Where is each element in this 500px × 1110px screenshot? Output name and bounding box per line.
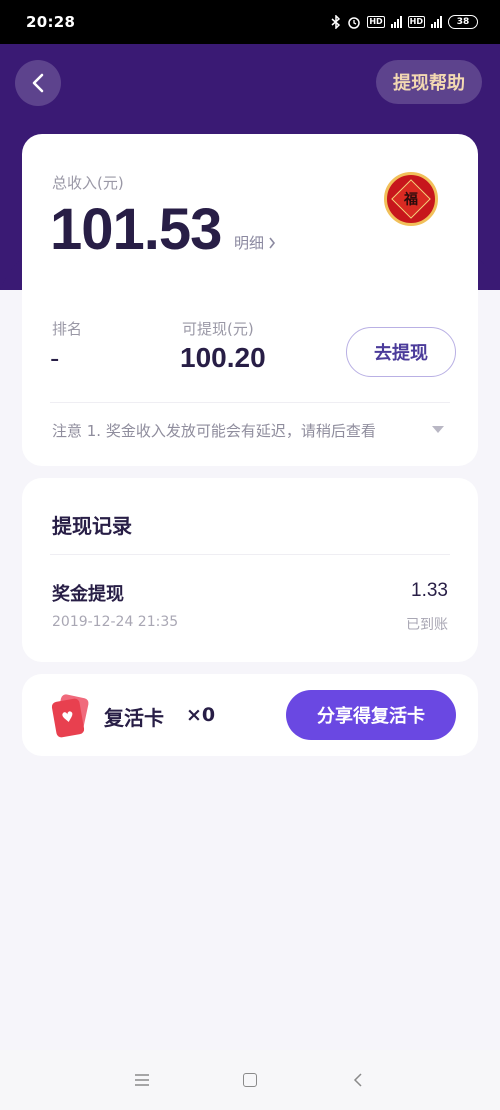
signal-icon — [390, 16, 402, 28]
share-revive-button[interactable]: 分享得复活卡 — [286, 690, 456, 740]
rank-value: - — [50, 344, 60, 374]
withdrawable-value: 100.20 — [180, 342, 266, 373]
home-icon[interactable] — [236, 1066, 264, 1094]
record-name: 奖金提现 — [52, 584, 124, 605]
back-button[interactable] — [15, 60, 61, 106]
system-nav-bar — [0, 1050, 500, 1110]
hd-badge-icon: HD — [407, 16, 425, 28]
battery-icon: 38 — [448, 15, 478, 29]
record-time: 2019-12-24 21:35 — [52, 614, 179, 630]
divider — [50, 402, 450, 403]
back-arrow-icon — [32, 73, 44, 93]
status-icons: HD HD 38 — [331, 15, 478, 29]
bluetooth-icon — [331, 15, 341, 29]
hd-badge-icon: HD — [367, 16, 385, 28]
withdrawable-label: 可提现(元) — [182, 320, 254, 338]
menu-icon[interactable] — [128, 1066, 156, 1094]
revive-card: ♥ 复活卡 ×0 分享得复活卡 — [22, 674, 478, 756]
revive-card-icon: ♥ — [51, 693, 92, 739]
notice-text: 注意 1. 奖金收入发放可能会有延迟，请稍后查看 — [52, 422, 376, 440]
back-nav-icon[interactable] — [344, 1066, 372, 1094]
records-title: 提现记录 — [52, 514, 132, 538]
withdraw-records-card: 提现记录 奖金提现 2019-12-24 21:35 1.33 已到账 — [22, 478, 478, 662]
revive-label: 复活卡 — [104, 706, 164, 730]
detail-link[interactable]: 明细 — [234, 232, 276, 253]
revive-count: ×0 — [186, 704, 216, 726]
total-income-label: 总收入(元) — [52, 174, 124, 192]
total-income-value: 101.53 — [50, 197, 222, 262]
signal-icon — [431, 16, 442, 28]
record-amount: 1.33 — [411, 580, 448, 601]
status-time: 20:28 — [26, 13, 76, 31]
rank-label: 排名 — [52, 320, 83, 338]
detail-label: 明细 — [234, 234, 265, 252]
withdraw-help-button[interactable]: 提现帮助 — [376, 60, 482, 104]
status-bar: 20:28 HD HD 38 — [0, 0, 500, 44]
divider — [50, 554, 450, 555]
withdraw-button[interactable]: 去提现 — [346, 327, 456, 377]
dropdown-arrow-icon[interactable] — [432, 426, 444, 433]
income-card: 总收入(元) 101.53 明细 福 排名 - 可提现(元) 100.20 去提… — [22, 134, 478, 466]
fu-badge-icon: 福 — [384, 172, 438, 226]
alarm-icon — [347, 15, 361, 29]
badge-char: 福 — [404, 192, 418, 208]
record-status: 已到账 — [406, 617, 448, 633]
chevron-right-icon — [269, 237, 276, 248]
